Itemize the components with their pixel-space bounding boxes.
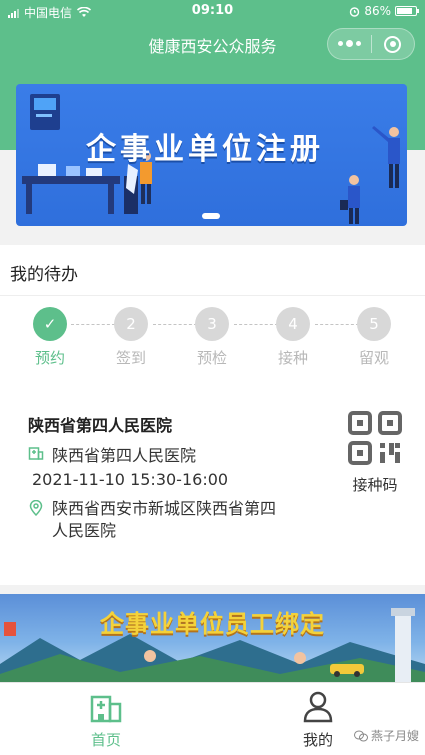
banner-title: 企事业单位注册 [86, 132, 324, 167]
battery-percent: 86% [364, 4, 391, 18]
tab-me[interactable]: 我的 [278, 689, 358, 750]
hospital-building-icon [90, 695, 122, 723]
appointment-hospital-title[interactable]: 陕西省第四人民医院 [28, 412, 172, 436]
tab-bar: 首页 我的 燕子月嫂 [0, 682, 425, 755]
step-label: 接种 [277, 349, 308, 367]
close-miniprogram-button[interactable] [371, 29, 414, 59]
hospital-row: 陕西省第四人民医院 [28, 442, 196, 466]
step-number: 3 [195, 307, 229, 341]
watermark-text: 燕子月嫂 [370, 729, 419, 743]
alarm-icon [350, 6, 360, 17]
battery-icon [395, 6, 419, 16]
register-banner[interactable]: 企事业单位注册 [16, 84, 407, 226]
tab-home[interactable]: 首页 [66, 689, 146, 750]
datetime-row: 2021-11-10 15:30-16:00 [32, 470, 228, 489]
title-bar: 健康西安公众服务 [0, 22, 425, 66]
step-vaccinate: 4 接种 [263, 307, 323, 368]
qr-code-icon [348, 411, 402, 465]
employee-binding-banner[interactable]: 企事业单位员工绑定 [0, 594, 425, 682]
more-button[interactable] [328, 29, 371, 59]
step-precheck: 3 预检 [182, 307, 242, 368]
step-checkin: 2 签到 [101, 307, 161, 368]
hospital-address: 陕西省西安市新城区陕西省第四人民医院 [52, 499, 277, 540]
hospital-icon [28, 447, 44, 460]
step-booking: ✓ 预约 [20, 307, 80, 368]
step-observe: 5 留观 [344, 307, 404, 368]
step-number: 5 [357, 307, 391, 341]
hospital-name: 陕西省第四人民医院 [52, 446, 197, 465]
step-label: 留观 [358, 349, 389, 367]
tab-home-label: 首页 [90, 731, 121, 749]
step-label: 签到 [115, 349, 146, 367]
miniprogram-capsule [327, 28, 415, 60]
qr-label: 接种码 [352, 476, 398, 494]
target-icon [384, 35, 402, 53]
check-icon: ✓ [33, 307, 67, 341]
banner2-title: 企事业单位员工绑定 [100, 610, 325, 638]
status-bar: 中国电信 09:10 86% [0, 0, 425, 22]
wechat-icon [353, 730, 368, 741]
user-icon [303, 691, 333, 723]
vaccination-code-button[interactable]: 接种码 [347, 410, 403, 495]
progress-steps: ✓ 预约 2 签到 3 预检 4 接种 5 留观 [0, 307, 425, 367]
step-label: 预检 [196, 349, 227, 367]
todo-card: 我的待办 ✓ 预约 2 签到 3 预检 4 接种 5 留观 陕西省第四人民医院 … [0, 245, 425, 585]
address-row: 陕西省西安市新城区陕西省第四人民医院 [28, 498, 282, 542]
tab-me-label: 我的 [302, 731, 333, 749]
watermark: 燕子月嫂 [353, 727, 419, 744]
more-icon [337, 40, 361, 47]
appointment-time: 2021-11-10 15:30-16:00 [32, 470, 229, 489]
step-number: 2 [114, 307, 148, 341]
location-pin-icon [29, 500, 43, 516]
carousel-indicator [202, 213, 220, 219]
step-label: 预约 [34, 349, 65, 367]
step-number: 4 [276, 307, 310, 341]
todo-title: 我的待办 [10, 265, 78, 285]
divider [0, 295, 425, 296]
